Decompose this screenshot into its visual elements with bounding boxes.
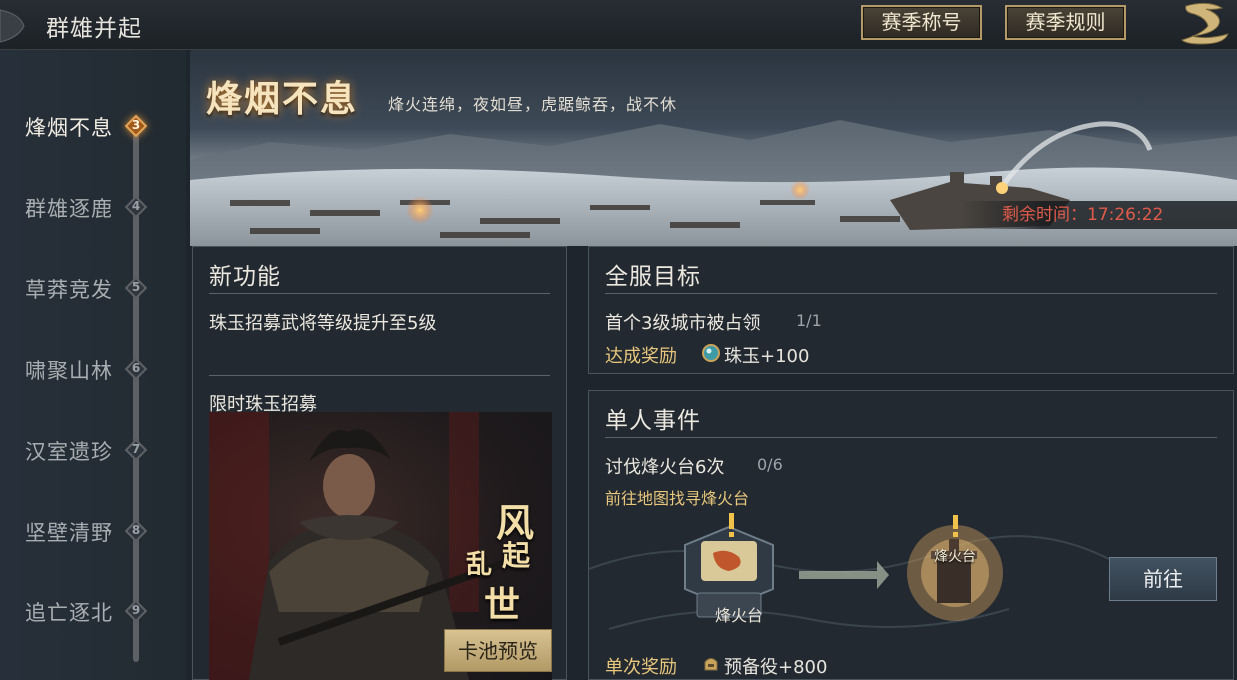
stage-number: 7 [131, 442, 141, 456]
server-goal-reward-value: 珠玉+100 [724, 346, 810, 367]
season-title-button[interactable]: 赛季称号 [861, 5, 982, 40]
server-goal-task: 首个3级城市被占领 [605, 313, 761, 334]
personal-event-panel: 单人事件 讨伐烽火台6次 0/6 前往地图找寻烽火台 烽火台 烽火台 前往 单次… [588, 390, 1234, 680]
calligraphy-char: 世 [484, 584, 521, 626]
stage-badge: 7 [124, 438, 148, 462]
stage-label: 啸聚山林 [25, 359, 113, 383]
new-feature-panel: 新功能 珠玉招募武将等级提升至5级 限时珠玉招募 风 起 乱 世 卡池预览 [192, 246, 567, 680]
stage-badge: 8 [124, 519, 148, 543]
beacon-map-item-label: 烽火台 [714, 606, 763, 625]
beacon-tower-label: 烽火台 [934, 549, 976, 565]
goto-button[interactable]: 前往 [1109, 557, 1217, 601]
divider [209, 293, 550, 294]
personal-event-task: 讨伐烽火台6次 [605, 457, 725, 478]
server-goal-panel: 全服目标 首个3级城市被占领 1/1 达成奖励 珠玉+100 [588, 246, 1234, 374]
divider [605, 293, 1217, 294]
jade-orb-icon [702, 344, 720, 362]
sidebar-stage-item[interactable]: 群雄逐鹿 4 [0, 187, 186, 227]
calligraphy-char: 起 [502, 539, 531, 572]
season-rules-button[interactable]: 赛季规则 [1005, 5, 1126, 40]
banner-subtitle: 烽火连绵，夜如昼，虎踞鲸吞，战不休 [388, 95, 678, 114]
divider [209, 375, 550, 376]
stage-banner: 烽烟不息 烽火连绵，夜如昼，虎踞鲸吞，战不休 剩余时间：17:26:22 [190, 50, 1237, 246]
divider [605, 437, 1217, 438]
sidebar-stage-item[interactable]: 追亡逐北 9 [0, 591, 186, 631]
stage-label: 群雄逐鹿 [25, 197, 113, 221]
event-guide-illustration [589, 513, 1109, 630]
stage-badge: 6 [124, 357, 148, 381]
stage-number: 4 [131, 199, 141, 213]
stage-number: 9 [131, 603, 141, 617]
remaining-time-label: 剩余时间： [1002, 205, 1087, 225]
sidebar-stage-item[interactable]: 汉室遗珍 7 [0, 430, 186, 470]
stage-number: 5 [131, 280, 141, 294]
remaining-time-value: 17:26:22 [1087, 205, 1164, 225]
calligraphy-slogan: 风 起 乱 世 [466, 492, 536, 626]
personal-event-progress: 0/6 [757, 455, 783, 474]
stage-badge: 5 [124, 276, 148, 300]
stage-number: 6 [131, 361, 141, 375]
stage-number: 3 [131, 118, 141, 132]
sidebar-stage-item[interactable]: 啸聚山林 6 [0, 349, 186, 389]
new-feature-heading: 新功能 [209, 264, 281, 290]
sidebar-stage-item[interactable]: 草莽竞发 5 [0, 268, 186, 308]
stage-label: 汉室遗珍 [25, 440, 113, 464]
banner-title: 烽烟不息 [206, 78, 359, 120]
remaining-time: 剩余时间：17:26:22 [960, 201, 1237, 229]
reserve-soldier-icon [704, 658, 718, 671]
server-goal-progress: 1/1 [796, 311, 822, 330]
page-title: 群雄并起 [46, 16, 142, 42]
stage-label: 追亡逐北 [25, 601, 113, 625]
server-goal-reward-label: 达成奖励 [605, 346, 677, 367]
stage-badge: 9 [124, 599, 148, 623]
sidebar-stage-item[interactable]: 烽烟不息 3 [0, 106, 186, 146]
personal-event-heading: 单人事件 [605, 408, 701, 434]
stage-badge: 4 [124, 195, 148, 219]
personal-event-reward-value: 预备役+800 [724, 657, 828, 678]
sidebar-stage-item[interactable]: 坚壁清野 8 [0, 511, 186, 551]
personal-event-hint: 前往地图找寻烽火台 [605, 489, 750, 508]
stage-label: 烽烟不息 [25, 116, 113, 140]
server-goal-heading: 全服目标 [605, 264, 701, 290]
stage-number: 8 [131, 523, 141, 537]
pool-preview-button[interactable]: 卡池预览 [444, 629, 552, 672]
stage-label: 坚壁清野 [25, 521, 113, 545]
top-bar: 群雄并起 赛季称号 赛季规则 [0, 0, 1237, 50]
stage-label: 草莽竞发 [25, 278, 113, 302]
dragon-logo-icon [1181, 2, 1229, 45]
stage-badge: 3 [124, 114, 148, 138]
emblem-icon [0, 9, 25, 43]
personal-event-reward-label: 单次奖励 [605, 657, 677, 678]
new-feature-description: 珠玉招募武将等级提升至5级 [209, 313, 437, 334]
